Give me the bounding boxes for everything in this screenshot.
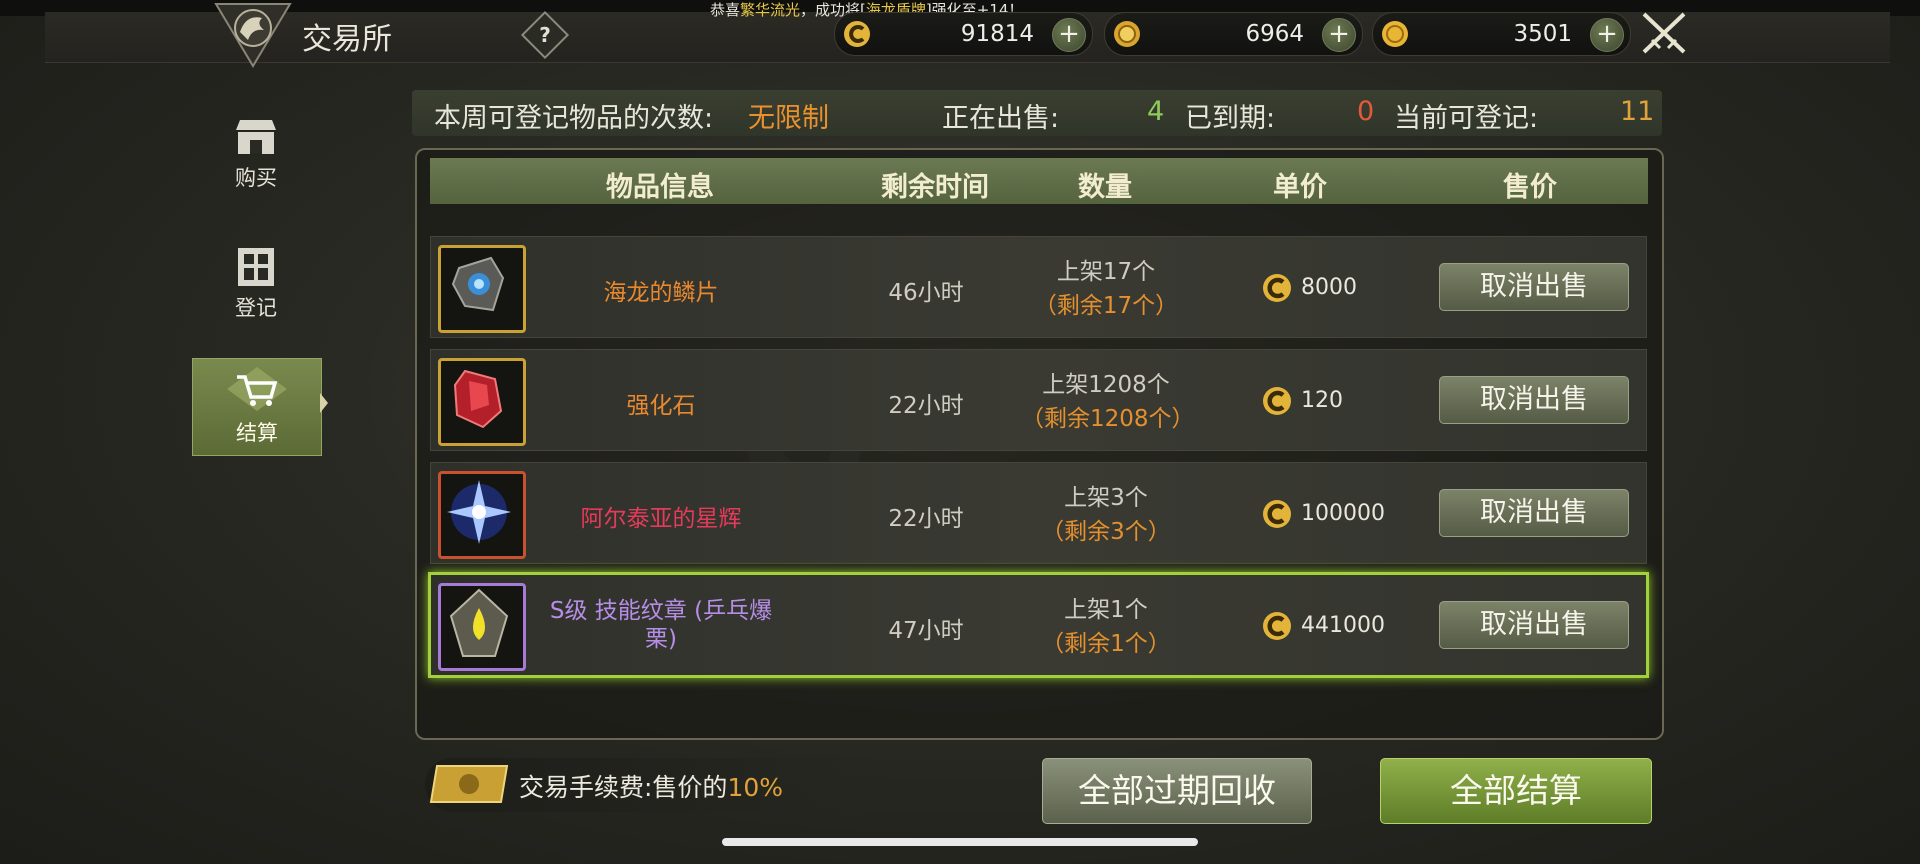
c-coin-icon: [1263, 612, 1291, 640]
currency-gold-medal: 6964 +: [1104, 12, 1363, 56]
item-slot: [438, 245, 526, 333]
currency-gold-coin: 3501 +: [1372, 12, 1631, 56]
add-gold-medal-button[interactable]: +: [1322, 18, 1356, 52]
unit-price: 100000: [1301, 501, 1385, 526]
time-left: 22小时: [888, 393, 964, 419]
page-title: 交易所: [302, 22, 392, 57]
close-swords-icon[interactable]: [1638, 10, 1690, 56]
c-coin-icon: [844, 21, 870, 47]
time-left: 46小时: [888, 280, 964, 306]
on-sale-label: 正在出售:: [942, 103, 1060, 134]
currency-c-coin: 91814 +: [834, 12, 1093, 56]
dragon-scale-icon: [451, 256, 505, 312]
item-slot: [438, 583, 526, 671]
item-name: 强化石: [626, 393, 696, 419]
header-item-info: 物品信息: [606, 172, 714, 203]
table-row[interactable]: 阿尔泰亚的星辉 22小时 上架3个 （剩余3个） 100000 取消出售: [430, 462, 1647, 564]
fee-info: 交易手续费:售价的10%: [425, 758, 845, 812]
add-c-coin-button[interactable]: +: [1052, 18, 1086, 52]
gold-medal-icon: [1114, 21, 1140, 47]
settle-all-button[interactable]: 全部结算: [1380, 758, 1652, 824]
cancel-sale-button[interactable]: 取消出售: [1439, 376, 1629, 424]
listed-count: 上架3个: [1064, 485, 1148, 511]
table-row[interactable]: 强化石 22小时 上架1208个 （剩余1208个） 120 取消出售: [430, 349, 1647, 451]
quantity: 上架17个 （剩余17个）: [1021, 255, 1191, 323]
enhance-stone-icon: [453, 369, 503, 429]
cart-icon: [227, 367, 287, 411]
on-sale-value: 4: [1147, 96, 1165, 127]
available-label: 当前可登记:: [1394, 103, 1539, 134]
home-indicator: [722, 838, 1198, 846]
nav-settle[interactable]: 结算: [192, 358, 322, 456]
quantity: 上架3个 （剩余3个）: [1021, 481, 1191, 549]
item-name: S级 技能纹章 (乒乓爆栗): [549, 598, 773, 652]
recycle-all-expired-button[interactable]: 全部过期回收: [1042, 758, 1312, 824]
add-gold-coin-button[interactable]: +: [1590, 18, 1624, 52]
header-time-left: 剩余时间: [881, 172, 989, 203]
unit-price: 8000: [1301, 275, 1357, 300]
time-left: 22小时: [888, 506, 964, 532]
item-name: 阿尔泰亚的星辉: [580, 506, 742, 532]
dragon-ticket-icon: [429, 765, 509, 803]
header-sale-price: 售价: [1503, 172, 1557, 203]
unit-price: 120: [1301, 388, 1343, 413]
available-value: 11: [1620, 96, 1655, 127]
register-icon: [238, 248, 274, 286]
remaining-count: （剩余1个）: [1041, 631, 1171, 657]
active-nav-arrow: [320, 393, 328, 413]
header-unit-price: 单价: [1273, 172, 1327, 203]
item-name: 海龙的鳞片: [603, 280, 719, 306]
unit-price: 441000: [1301, 613, 1385, 638]
table-row-selected[interactable]: S级 技能纹章 (乒乓爆栗) 47小时 上架1个 （剩余1个） 441000 取消…: [428, 572, 1649, 678]
header-quantity: 数量: [1078, 172, 1132, 203]
dragon-logo-icon: [214, 3, 292, 68]
remaining-count: （剩余17个）: [1033, 293, 1179, 319]
gold-coin-icon: [1382, 21, 1408, 47]
item-slot: [438, 471, 526, 559]
cancel-sale-button[interactable]: 取消出售: [1439, 601, 1629, 649]
nav-buy[interactable]: 购买: [192, 112, 320, 208]
time-left: 47小时: [888, 618, 964, 644]
listed-count: 上架1208个: [1042, 372, 1170, 398]
remaining-count: （剩余3个）: [1041, 519, 1171, 545]
remaining-count: （剩余1208个）: [1021, 406, 1195, 432]
c-coin-icon: [1263, 274, 1291, 302]
quantity: 上架1个 （剩余1个）: [1021, 593, 1191, 661]
item-slot: [438, 358, 526, 446]
skill-emblem-icon: [449, 588, 509, 657]
cancel-sale-button[interactable]: 取消出售: [1439, 489, 1629, 537]
listing-stats-bar: 本周可登记物品的次数: 无限制 正在出售: 4 已到期: 0 当前可登记: 11: [412, 90, 1662, 136]
c-coin-icon: [1263, 500, 1291, 528]
table-row[interactable]: 海龙的鳞片 46小时 上架17个 （剩余17个） 8000 取消出售: [430, 236, 1647, 338]
listed-count: 上架1个: [1064, 597, 1148, 623]
fee-text: 交易手续费:售价的10%: [519, 773, 784, 802]
quantity: 上架1208个 （剩余1208个）: [1021, 368, 1195, 436]
currency-value: 6964: [1245, 21, 1304, 47]
expired-label: 已到期:: [1185, 103, 1276, 134]
nav-register[interactable]: 登记: [192, 240, 320, 336]
star-radiance-icon: [447, 480, 511, 544]
shop-icon: [236, 120, 276, 154]
cancel-sale-button[interactable]: 取消出售: [1439, 263, 1629, 311]
listed-count: 上架17个: [1056, 259, 1156, 285]
expired-value: 0: [1357, 96, 1375, 127]
weekly-limit-value: 无限制: [748, 103, 829, 134]
weekly-limit-label: 本周可登记物品的次数:: [434, 103, 714, 134]
table-header: 物品信息 剩余时间 数量 单价 售价: [430, 158, 1648, 204]
c-coin-icon: [1263, 387, 1291, 415]
currency-value: 91814: [960, 21, 1034, 47]
currency-value: 3501: [1513, 21, 1572, 47]
